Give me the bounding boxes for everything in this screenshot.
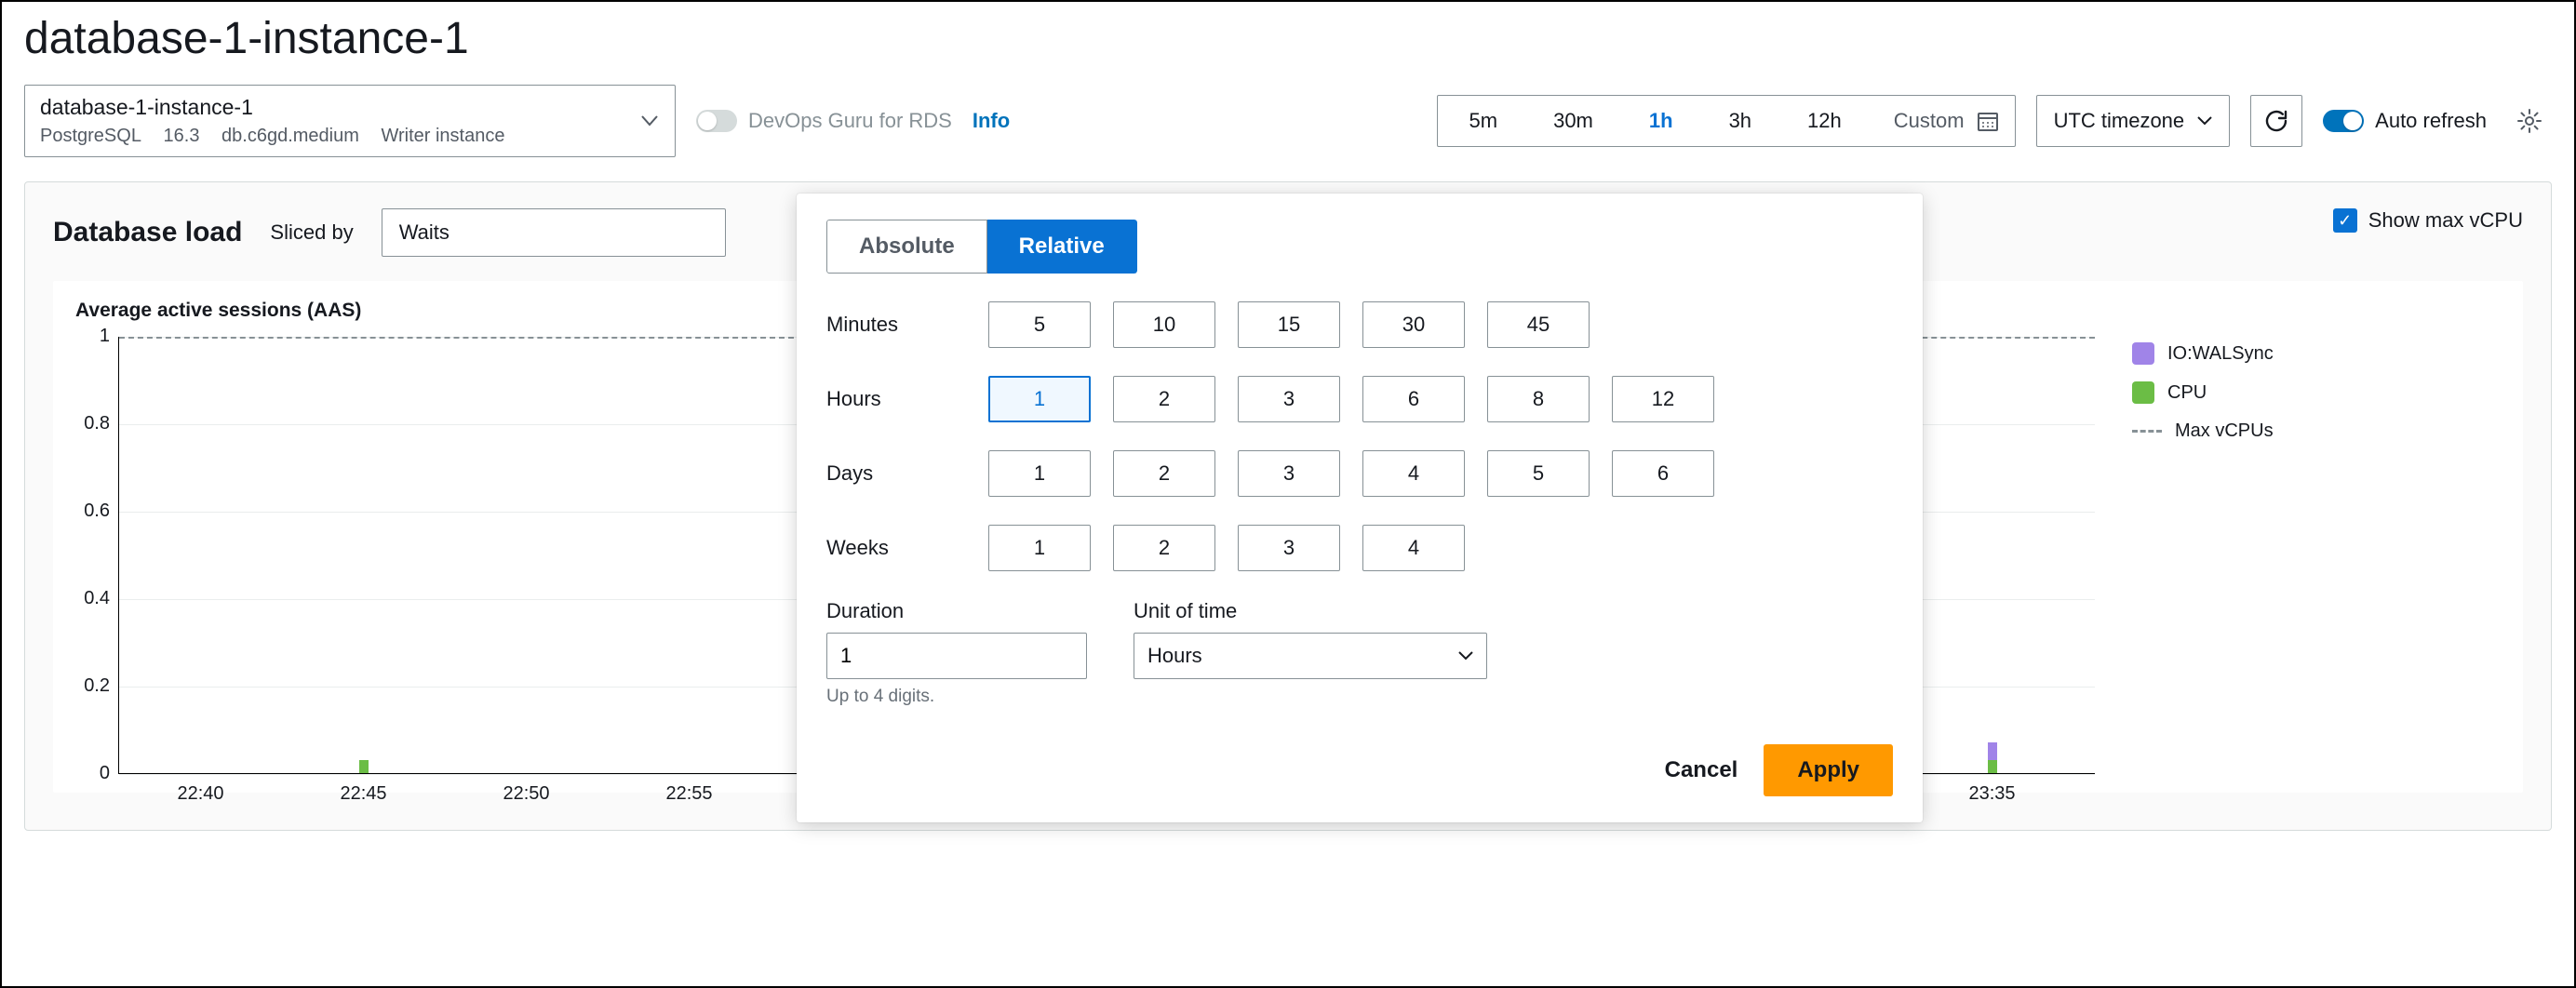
tab-relative[interactable]: Relative: [987, 220, 1137, 274]
ytick: 1: [63, 326, 110, 347]
tab-absolute[interactable]: Absolute: [826, 220, 987, 274]
timezone-select[interactable]: UTC timezone: [2036, 95, 2231, 147]
preset-label: Weeks: [826, 536, 966, 560]
ytick: 0.2: [63, 675, 110, 697]
range-30m[interactable]: 30m: [1525, 96, 1621, 146]
preset-weeks-1[interactable]: 1: [988, 525, 1091, 571]
apply-button[interactable]: Apply: [1764, 744, 1893, 796]
preset-days-2[interactable]: 2: [1113, 450, 1215, 497]
preset-minutes-45[interactable]: 45: [1487, 301, 1590, 348]
range-custom[interactable]: Custom: [1870, 96, 2011, 146]
legend-max[interactable]: Max vCPUs: [2132, 421, 2274, 442]
preset-days-1[interactable]: 1: [988, 450, 1091, 497]
show-max-vcpu-checkbox[interactable]: ✓ Show max vCPU: [2333, 208, 2523, 233]
preset-weeks-2[interactable]: 2: [1113, 525, 1215, 571]
sliced-by-label: Sliced by: [270, 220, 353, 245]
bar-CPU: [1988, 760, 1997, 773]
time-range-tabs: 5m 30m 1h 3h 12h Custom: [1437, 95, 2016, 147]
custom-range-popover: Absolute Relative Minutes510153045Hours1…: [797, 194, 1923, 822]
preset-hours-2[interactable]: 2: [1113, 376, 1215, 422]
sliced-by-select[interactable]: Waits: [382, 208, 726, 257]
unit-label: Unit of time: [1134, 599, 1487, 623]
preset-days-3[interactable]: 3: [1238, 450, 1340, 497]
duration-hint: Up to 4 digits.: [826, 687, 1087, 707]
devops-guru-toggle[interactable]: DevOps Guru for RDS: [696, 109, 952, 133]
instance-engine: PostgreSQL: [40, 126, 141, 146]
chevron-down-icon: [641, 115, 658, 127]
calendar-icon: [1978, 111, 1998, 131]
xtick: 22:45: [340, 783, 386, 805]
preset-days-6[interactable]: 6: [1612, 450, 1714, 497]
preset-label: Days: [826, 461, 966, 486]
range-5m[interactable]: 5m: [1442, 96, 1526, 146]
preset-minutes-5[interactable]: 5: [988, 301, 1091, 348]
preset-row-minutes: Minutes 5 10 15 30 45: [826, 301, 1893, 348]
preset-days-4[interactable]: 4: [1362, 450, 1465, 497]
auto-refresh-toggle[interactable]: Auto refresh: [2323, 109, 2487, 133]
duration-input[interactable]: [826, 633, 1087, 679]
auto-refresh-label: Auto refresh: [2375, 109, 2487, 133]
page-title: database-1-instance-1: [24, 13, 2552, 64]
preset-weeks-4[interactable]: 4: [1362, 525, 1465, 571]
refresh-icon: [2263, 108, 2289, 134]
settings-button[interactable]: [2507, 99, 2552, 143]
range-1h[interactable]: 1h: [1621, 96, 1701, 146]
bar-CPU: [359, 760, 369, 773]
legend-swatch: [2132, 381, 2154, 404]
range-3h[interactable]: 3h: [1701, 96, 1779, 146]
panel-title: Database load: [53, 217, 242, 248]
preset-hours-3[interactable]: 3: [1238, 376, 1340, 422]
preset-hours-6[interactable]: 6: [1362, 376, 1465, 422]
refresh-button[interactable]: [2250, 95, 2302, 147]
preset-minutes-10[interactable]: 10: [1113, 301, 1215, 348]
instance-version: 16.3: [164, 126, 200, 146]
preset-hours-8[interactable]: 8: [1487, 376, 1590, 422]
devops-info-link[interactable]: Info: [973, 109, 1010, 133]
instance-role: Writer instance: [381, 126, 504, 146]
preset-row-hours: Hours1236812: [826, 376, 1893, 422]
preset-row-days: Days 123456: [826, 450, 1893, 497]
preset-days-5[interactable]: 5: [1487, 450, 1590, 497]
ytick: 0: [63, 763, 110, 784]
gear-icon: [2516, 107, 2543, 135]
unit-select[interactable]: Hours: [1134, 633, 1487, 679]
preset-weeks-3[interactable]: 3: [1238, 525, 1340, 571]
xtick: 22:55: [665, 783, 712, 805]
preset-row-weeks: Weeks 1234: [826, 525, 1893, 571]
chart-legend: IO:WALSync CPU Max vCPUs: [2132, 300, 2274, 774]
preset-hours-1[interactable]: 1: [988, 376, 1091, 422]
preset-hours-12[interactable]: 12: [1612, 376, 1714, 422]
preset-minutes-30[interactable]: 30: [1362, 301, 1465, 348]
ytick: 0.6: [63, 501, 110, 522]
legend-dash-icon: [2132, 430, 2162, 433]
xtick: 23:35: [1968, 783, 2015, 805]
legend-swatch: [2132, 342, 2154, 365]
chevron-down-icon: [1458, 651, 1473, 661]
checkbox-checked-icon: ✓: [2333, 208, 2357, 233]
ytick: 0.8: [63, 413, 110, 434]
duration-label: Duration: [826, 599, 1087, 623]
instance-class: db.c6gd.medium: [221, 126, 359, 146]
ytick: 0.4: [63, 588, 110, 609]
legend-io[interactable]: IO:WALSync: [2132, 342, 2274, 365]
preset-label: Hours: [826, 387, 966, 411]
legend-cpu[interactable]: CPU: [2132, 381, 2274, 404]
preset-minutes-15[interactable]: 15: [1238, 301, 1340, 348]
xtick: 22:50: [503, 783, 549, 805]
range-12h[interactable]: 12h: [1779, 96, 1870, 146]
xtick: 22:40: [177, 783, 223, 805]
chevron-down-icon: [2197, 116, 2212, 126]
preset-label: Minutes: [826, 313, 966, 337]
cancel-button[interactable]: Cancel: [1665, 757, 1738, 783]
devops-guru-label: DevOps Guru for RDS: [748, 109, 952, 133]
bar-IO:WALSync: [1988, 742, 1997, 760]
instance-selector[interactable]: database-1-instance-1 PostgreSQL 16.3 db…: [24, 85, 676, 157]
instance-name: database-1-instance-1: [40, 95, 628, 120]
